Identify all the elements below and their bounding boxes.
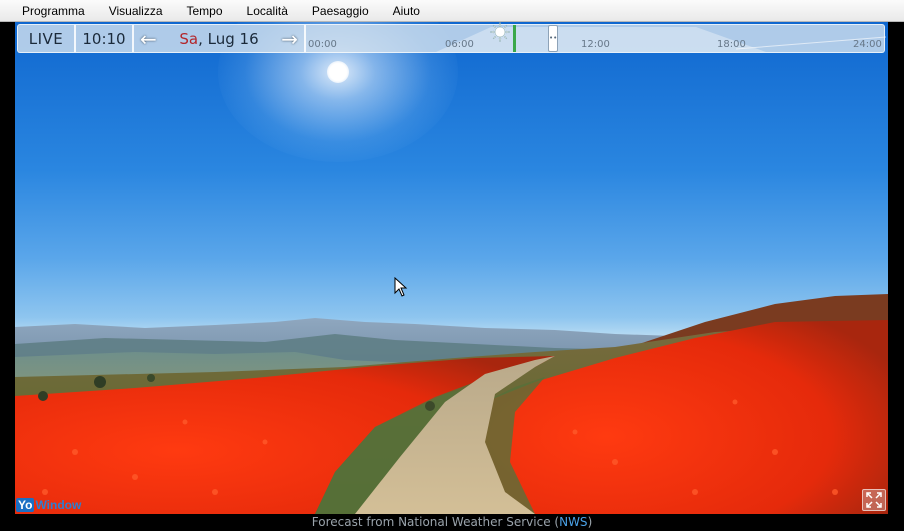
tick-label: 12:00 bbox=[581, 39, 610, 50]
date-label[interactable]: Sa, Lug 16 bbox=[179, 30, 258, 48]
expand-icon bbox=[866, 492, 882, 508]
yowindow-logo[interactable]: Yo Window bbox=[16, 497, 81, 513]
current-time[interactable]: 10:10 bbox=[76, 25, 134, 52]
footer-text: Forecast from National Weather Service ( bbox=[311, 515, 560, 529]
weekday-label: Sa bbox=[179, 29, 199, 48]
sun-position-icon bbox=[490, 22, 510, 42]
tick-label: 24:00 bbox=[853, 39, 882, 50]
fullscreen-button[interactable] bbox=[862, 489, 886, 511]
logo-yo: Yo bbox=[16, 498, 35, 512]
footer-suffix: ) bbox=[587, 515, 593, 529]
landscape-view[interactable] bbox=[15, 22, 888, 514]
menu-aiuto[interactable]: Aiuto bbox=[381, 0, 432, 22]
tick-label: 18:00 bbox=[717, 39, 746, 50]
nws-link[interactable]: NWS bbox=[559, 515, 587, 529]
menu-bar: Programma Visualizza Tempo Località Paes… bbox=[0, 0, 904, 22]
time-bar: LIVE 10:10 ← Sa, Lug 16 → 00:00 06:00 12… bbox=[17, 22, 886, 53]
timeline-slider[interactable]: 00:00 06:00 12:00 18:00 24:00 •• bbox=[306, 22, 886, 52]
menu-tempo[interactable]: Tempo bbox=[175, 0, 235, 22]
poppy-field-landscape bbox=[15, 294, 888, 514]
forecast-source: Forecast from National Weather Service (… bbox=[0, 514, 904, 531]
arrow-left-icon[interactable]: ← bbox=[140, 29, 157, 49]
tick-label: 06:00 bbox=[445, 39, 474, 50]
date-text: , Lug 16 bbox=[198, 29, 259, 48]
menu-visualizza[interactable]: Visualizza bbox=[97, 0, 175, 22]
logo-window: Window bbox=[35, 498, 82, 512]
live-button[interactable]: LIVE bbox=[18, 25, 76, 52]
menu-programma[interactable]: Programma bbox=[0, 0, 97, 22]
mouse-cursor-icon bbox=[394, 277, 408, 297]
tick-label: 00:00 bbox=[308, 39, 337, 50]
menu-paesaggio[interactable]: Paesaggio bbox=[300, 0, 381, 22]
arrow-right-icon[interactable]: → bbox=[281, 29, 298, 49]
menu-localita[interactable]: Località bbox=[235, 0, 300, 22]
date-navigator: ← Sa, Lug 16 → bbox=[134, 25, 306, 52]
timeline-handle[interactable]: •• bbox=[548, 25, 558, 52]
current-time-marker bbox=[513, 25, 516, 52]
